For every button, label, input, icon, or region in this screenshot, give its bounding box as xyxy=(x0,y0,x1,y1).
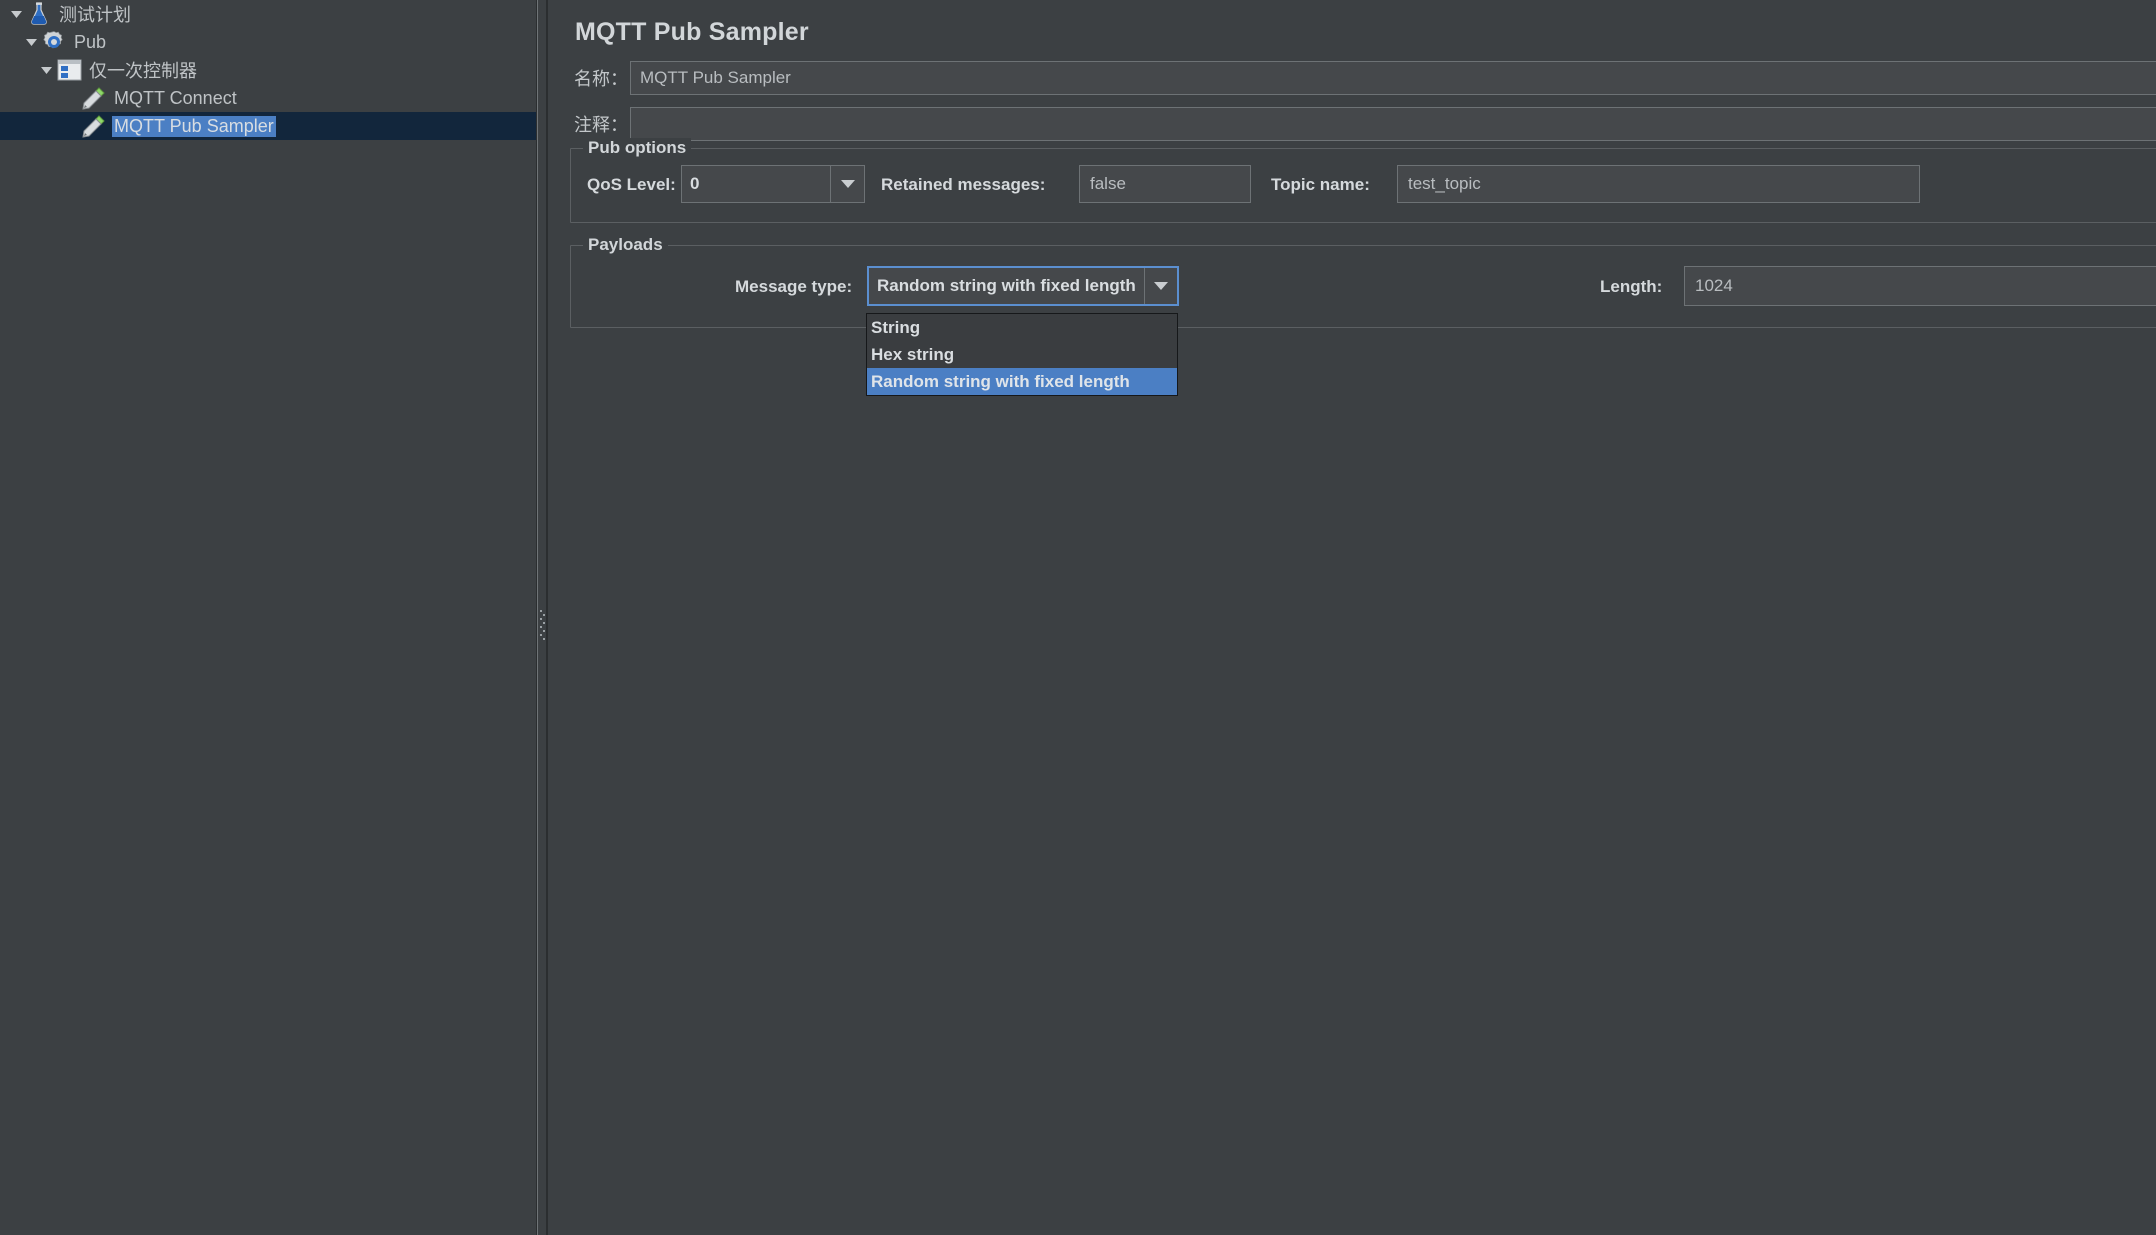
tree-item-label: MQTT Connect xyxy=(114,87,237,108)
tree-item-label: MQTT Pub Sampler xyxy=(112,115,276,137)
name-label: 名称： xyxy=(574,69,628,89)
controller-icon xyxy=(56,57,82,83)
topic-name-value: test_topic xyxy=(1408,174,1481,193)
flask-icon xyxy=(26,1,52,27)
payloads-group: Payloads Message type: Random string wit… xyxy=(570,235,2156,328)
split-pane-divider[interactable] xyxy=(537,0,547,1235)
qos-level-value: 0 xyxy=(690,174,700,193)
sampler-icon xyxy=(81,85,107,111)
tree-item-once-only-controller[interactable]: 仅一次控制器 xyxy=(0,56,536,84)
comment-input[interactable] xyxy=(630,107,2156,141)
tree-item-label: 测试计划 xyxy=(59,5,131,25)
qos-level-combobox[interactable]: 0 xyxy=(681,165,865,203)
qos-level-label: QoS Level: xyxy=(587,175,676,194)
gear-icon xyxy=(41,29,67,55)
tree-item-label: Pub xyxy=(74,31,107,52)
length-value: 1024 xyxy=(1695,276,1733,295)
topic-name-label: Topic name: xyxy=(1271,175,1370,194)
tree-item-test-plan[interactable]: 测试计划 xyxy=(0,0,536,28)
comment-label: 注释： xyxy=(574,115,628,135)
divider-grip[interactable] xyxy=(540,608,545,640)
payloads-title: Payloads xyxy=(583,235,668,255)
tree-item-thread-group-pub[interactable]: Pub xyxy=(0,28,536,56)
length-label: Length: xyxy=(1600,277,1663,296)
retained-messages-input[interactable]: false xyxy=(1079,165,1251,203)
dropdown-option-random-string[interactable]: Random string with fixed length xyxy=(867,368,1177,395)
name-field-row: 名称： MQTT Pub Sampler xyxy=(556,61,2156,95)
page-title: MQTT Pub Sampler xyxy=(575,18,809,46)
message-type-combobox[interactable]: Random string with fixed length xyxy=(867,266,1179,306)
tree-item-label: 仅一次控制器 xyxy=(89,61,197,81)
tree-item-mqtt-connect[interactable]: MQTT Connect xyxy=(0,84,536,112)
message-type-dropdown-list[interactable]: String Hex string Random string with fix… xyxy=(866,313,1178,396)
chevron-down-icon[interactable] xyxy=(830,166,864,202)
chevron-down-icon[interactable] xyxy=(6,0,26,28)
topic-name-input[interactable]: test_topic xyxy=(1397,165,1920,203)
sampler-icon xyxy=(81,113,107,139)
message-type-value: Random string with fixed length xyxy=(877,276,1136,295)
retained-messages-value: false xyxy=(1090,174,1126,193)
tree-item-mqtt-pub-sampler[interactable]: MQTT Pub Sampler xyxy=(0,112,536,140)
jmeter-window: 测试计划 Pub 仅一次控制器 MQTT Connect MQTT Pub Sa… xyxy=(0,0,2156,1235)
sampler-config-panel: MQTT Pub Sampler 名称： MQTT Pub Sampler 注释… xyxy=(547,0,2156,1235)
chevron-down-icon[interactable] xyxy=(21,28,41,56)
message-type-label: Message type: xyxy=(735,277,853,296)
pub-options-title: Pub options xyxy=(583,138,692,158)
comment-field-row: 注释： xyxy=(556,107,2156,141)
length-input[interactable]: 1024 xyxy=(1684,266,2156,306)
chevron-down-icon[interactable] xyxy=(36,56,56,84)
name-input[interactable]: MQTT Pub Sampler xyxy=(630,61,2156,95)
name-input-value: MQTT Pub Sampler xyxy=(640,68,791,87)
test-plan-tree-panel[interactable]: 测试计划 Pub 仅一次控制器 MQTT Connect MQTT Pub Sa… xyxy=(0,0,537,1235)
pub-options-group: Pub options QoS Level: 0 Retained messag… xyxy=(570,138,2156,223)
retained-messages-label: Retained messages: xyxy=(881,175,1046,194)
dropdown-option-hex-string[interactable]: Hex string xyxy=(867,341,1177,368)
dropdown-option-string[interactable]: String xyxy=(867,314,1177,341)
chevron-down-icon[interactable] xyxy=(1143,268,1177,304)
